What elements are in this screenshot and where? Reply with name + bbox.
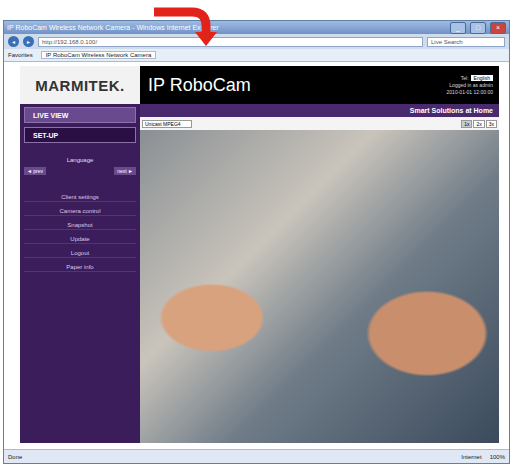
page: IP RoboCam Wireless Network Camera - Win… — [0, 0, 517, 470]
title-bar: IP RoboCam Wireless Network Camera - Win… — [4, 21, 509, 34]
sidebar-link[interactable]: Snapshot — [24, 221, 136, 230]
red-arrow-icon — [150, 0, 230, 48]
sidebar-links: Client settings Camera control Snapshot Upd… — [24, 193, 136, 272]
security-zone: Internet — [461, 454, 481, 460]
window-control-button[interactable]: □ — [470, 22, 486, 34]
brand-logo: MARMITEK. — [20, 66, 140, 104]
window-control-button[interactable]: × — [490, 22, 506, 34]
sidebar-link[interactable]: Logout — [24, 249, 136, 258]
browser-tab[interactable]: IP RoboCam Wireless Network Camera — [41, 51, 157, 59]
sidebar-link[interactable]: Paper info — [24, 263, 136, 272]
window-title: IP RoboCam Wireless Network Camera - Win… — [7, 24, 446, 31]
product-title: IP RoboCam — [148, 75, 251, 96]
nav-button[interactable]: SET-UP — [24, 127, 136, 143]
user-info: Logged in as admin — [449, 82, 493, 88]
sidebar-buttons: ◄ prev next ► — [24, 167, 136, 175]
sidebar-link[interactable]: Update — [24, 235, 136, 244]
nav-button[interactable]: LIVE VIEW — [24, 107, 136, 123]
sidebar-button[interactable]: ◄ prev — [24, 167, 46, 175]
url-field[interactable]: http://192.168.0.100/ — [38, 37, 423, 47]
size-button[interactable]: 3x — [486, 120, 497, 128]
back-button[interactable]: ◄ — [8, 36, 19, 47]
address-bar: ◄ ► http://192.168.0.100/Live Search — [4, 34, 509, 49]
size-button[interactable]: 2x — [473, 120, 484, 128]
camera-view — [140, 130, 499, 443]
sidebar: LIVE VIEW SET-UP Language ◄ prev next ► Clien… — [20, 104, 140, 443]
page-header: IP RoboCam Tel:EnglishLogged in as admin2… — [140, 66, 499, 104]
datetime: 2010-01-01 12:00:00 — [447, 89, 493, 95]
sidebar-link[interactable]: Client settings — [24, 193, 136, 202]
sidebar-link[interactable]: Camera control — [24, 207, 136, 216]
favorites-button[interactable]: Favorites — [8, 52, 33, 58]
size-buttons: 1x2x3x — [461, 120, 497, 128]
search-field[interactable]: Live Search — [427, 37, 505, 47]
zoom-level[interactable]: 100% — [490, 454, 505, 460]
main-column: IP RoboCam Tel:EnglishLogged in as admin2… — [140, 66, 499, 443]
left-column: MARMITEK. LIVE VIEW SET-UP Language ◄ prev ne… — [20, 66, 140, 443]
window-control-button[interactable]: _ — [450, 22, 466, 34]
forward-button[interactable]: ► — [23, 36, 34, 47]
stream-select[interactable]: Unicast MPEG4 — [142, 120, 192, 128]
sidebar-button[interactable]: next ► — [114, 167, 136, 175]
browser-window: IP RoboCam Wireless Network Camera - Win… — [3, 20, 510, 464]
language-select[interactable]: English — [471, 75, 493, 81]
favorites-bar: Favorites IP RoboCam Wireless Network Cam… — [4, 49, 509, 62]
stream-bar: Unicast MPEG4 1x2x3x — [140, 117, 499, 130]
status-bar: Done Internet 100% — [4, 449, 509, 463]
web-page: MARMITEK. LIVE VIEW SET-UP Language ◄ prev ne… — [4, 62, 509, 449]
sidebar-heading: Language — [24, 157, 136, 163]
tagline-strip: Smart Solutions at Home — [140, 104, 499, 117]
status-text: Done — [8, 454, 453, 460]
header-info: Tel:EnglishLogged in as admin2010-01-01 … — [447, 75, 493, 95]
size-button[interactable]: 1x — [461, 120, 472, 128]
